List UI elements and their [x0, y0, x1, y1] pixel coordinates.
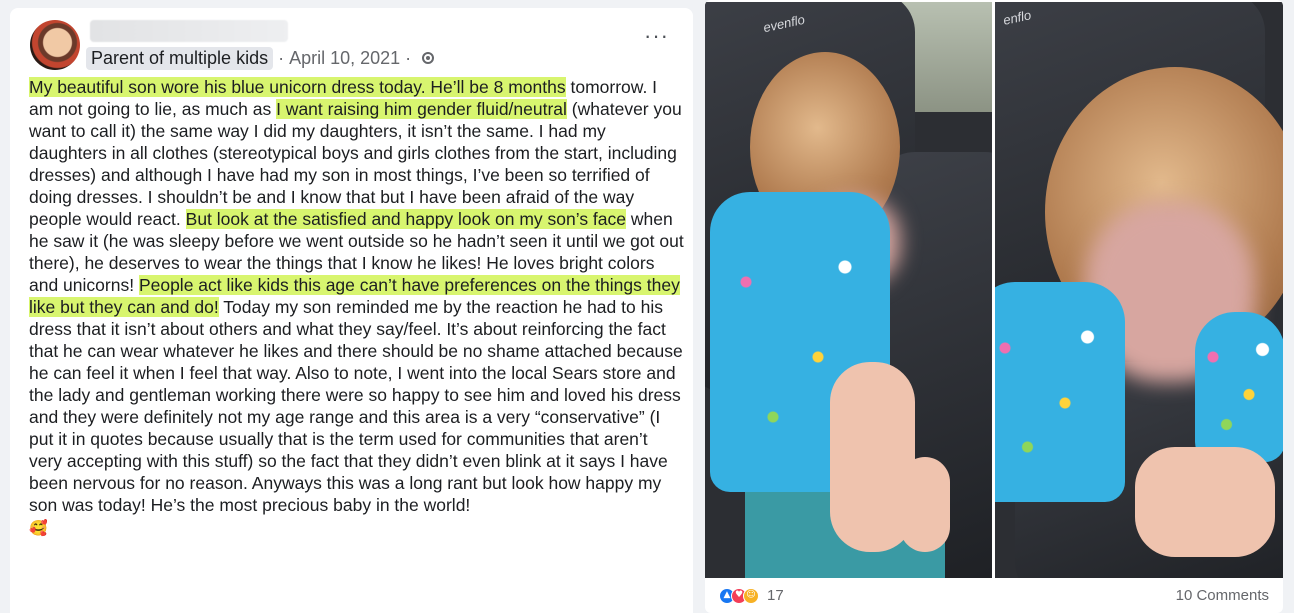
reactions-summary[interactable]: ▲ ♥ ☺ 17 — [719, 587, 784, 604]
post-date[interactable]: April 10, 2021 — [289, 48, 400, 69]
post-photo-2[interactable]: enflo — [995, 2, 1283, 578]
post-text-segment: Today my son reminded me by the reaction… — [29, 297, 683, 515]
meta-separator: · — [278, 47, 285, 68]
comments-link[interactable]: 10 Comments — [1176, 587, 1269, 604]
baby-hand — [1135, 447, 1275, 557]
more-options-icon[interactable]: ··· — [644, 25, 669, 47]
highlighted-text: I want raising him gender fluid/neutral — [276, 99, 567, 119]
globe-icon — [422, 52, 435, 64]
care-icon: ☺ — [743, 587, 759, 604]
highlighted-text: But look at the satisfied and happy look… — [185, 209, 627, 229]
baby-dress-side — [1195, 312, 1283, 462]
baby-dress — [995, 282, 1125, 502]
post-footer: ▲ ♥ ☺ 17 10 Comments — [705, 578, 1283, 613]
post-body-text: My beautiful son wore his blue unicorn d… — [29, 76, 684, 539]
post-photo-1[interactable]: evenflo — [705, 2, 992, 578]
post-meta: Parent of multiple kids · April 10, 2021… — [86, 46, 435, 70]
post-card: Parent of multiple kids · April 10, 2021… — [10, 8, 693, 613]
meta-separator-2: · — [405, 47, 412, 68]
reaction-count: 17 — [767, 587, 784, 604]
group-badge[interactable]: Parent of multiple kids — [86, 46, 274, 70]
highlighted-text: My beautiful son wore his blue unicorn d… — [29, 77, 566, 97]
smiling-face-hearts-emoji: 🥰 — [29, 519, 48, 537]
author-name-redacted[interactable] — [90, 20, 288, 42]
photo-panel: evenflo enflo ▲ ♥ ☺ 17 10 Comments — [705, 0, 1283, 613]
avatar[interactable] — [30, 20, 80, 70]
baby-foot — [900, 457, 950, 552]
